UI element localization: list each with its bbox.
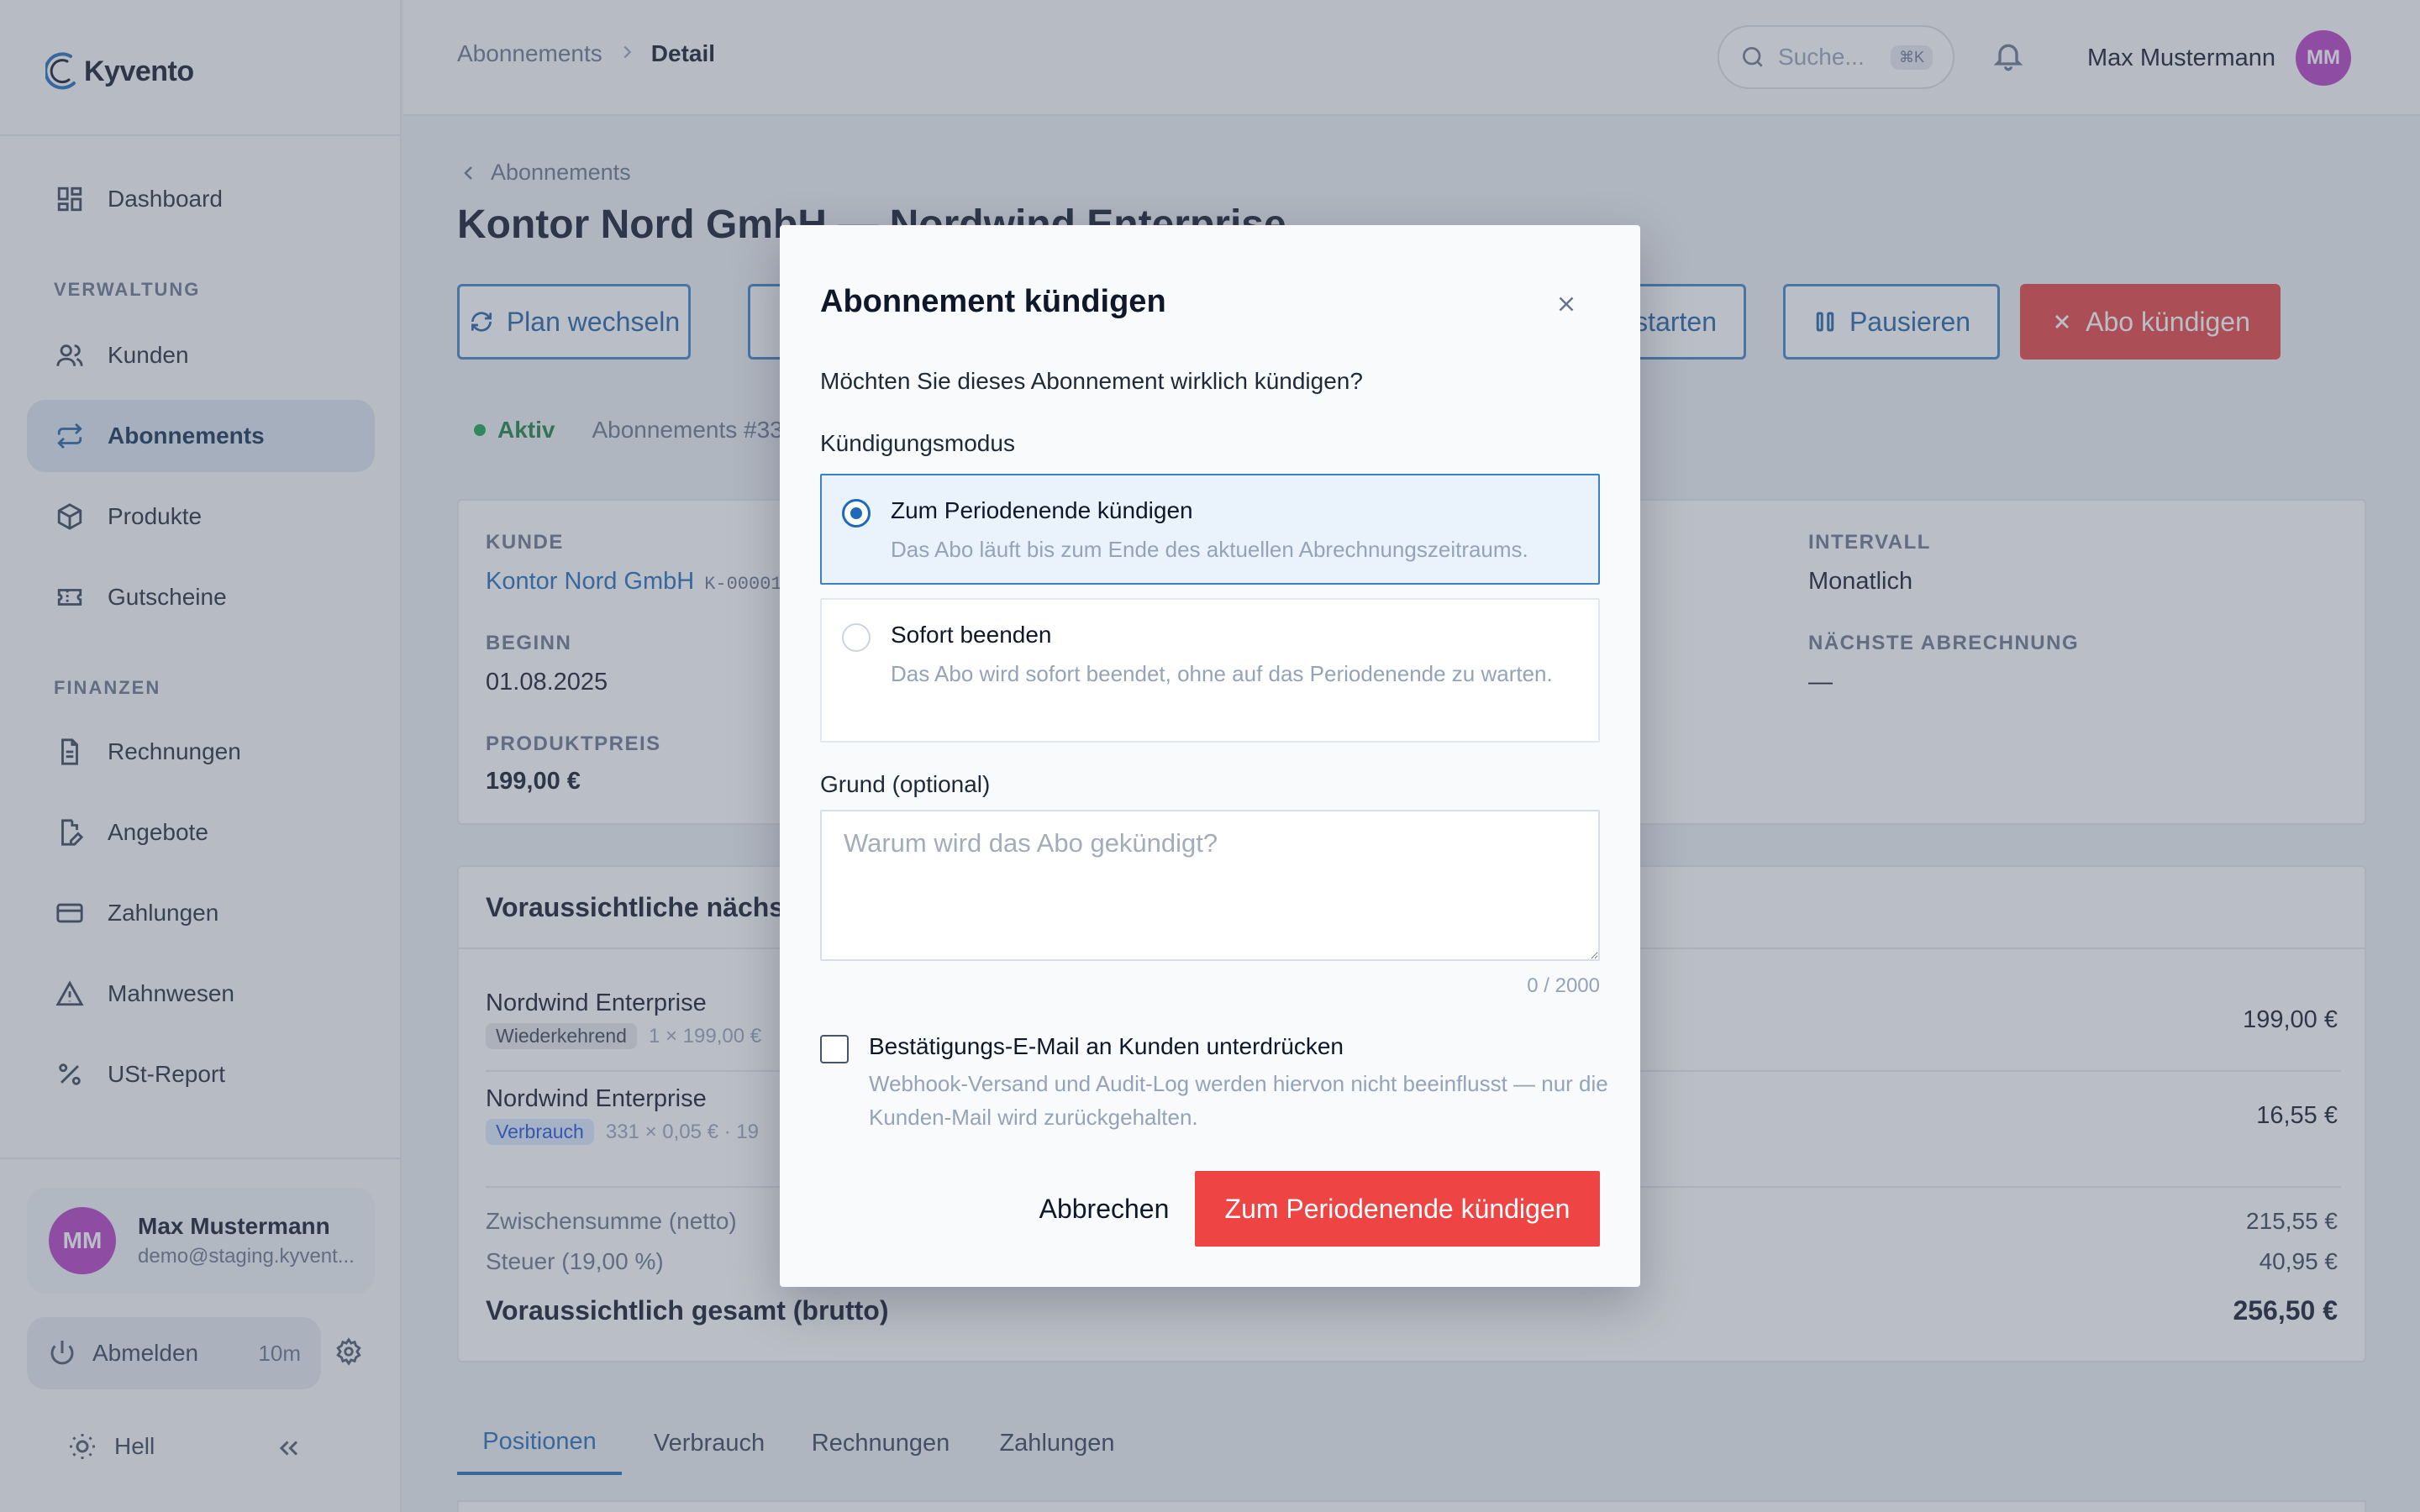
- reason-label: Grund (optional): [820, 771, 991, 797]
- checkbox-label: Bestätigungs-E-Mail an Kunden unterdrück…: [869, 1033, 1344, 1059]
- option-desc: Das Abo läuft bis zum Ende des aktuellen…: [891, 537, 1528, 562]
- cancel-button[interactable]: Abbrechen: [1003, 1171, 1205, 1247]
- option-immediate[interactable]: Sofort beenden Das Abo wird sofort beend…: [820, 598, 1600, 743]
- dialog-title: Abonnement kündigen: [820, 284, 1166, 319]
- confirm-cancel-button[interactable]: Zum Periodenende kündigen: [1195, 1171, 1600, 1247]
- reason-textarea[interactable]: [820, 810, 1600, 961]
- char-counter: 0 / 2000: [1527, 974, 1600, 997]
- app-root: Kyvento Dashboard VERWALTUNG Kunden Abon…: [0, 0, 2420, 1512]
- option-title: Zum Periodenende kündigen: [891, 497, 1193, 523]
- dialog-question: Möchten Sie dieses Abonnement wirklich k…: [820, 368, 1363, 394]
- radio-period-end[interactable]: [842, 499, 871, 528]
- checkbox-desc: Webhook-Versand und Audit-Log werden hie…: [869, 1071, 1608, 1130]
- cancel-subscription-dialog: Abonnement kündigen Möchten Sie dieses A…: [780, 225, 1640, 1287]
- mode-label: Kündigungsmodus: [820, 430, 1015, 456]
- option-desc: Das Abo wird sofort beendet, ohne auf da…: [891, 661, 1553, 686]
- option-period-end[interactable]: Zum Periodenende kündigen Das Abo läuft …: [820, 474, 1600, 585]
- suppress-email-checkbox[interactable]: [820, 1035, 849, 1063]
- option-title: Sofort beenden: [891, 622, 1052, 648]
- radio-immediate[interactable]: [842, 623, 871, 652]
- close-icon[interactable]: [1548, 286, 1585, 323]
